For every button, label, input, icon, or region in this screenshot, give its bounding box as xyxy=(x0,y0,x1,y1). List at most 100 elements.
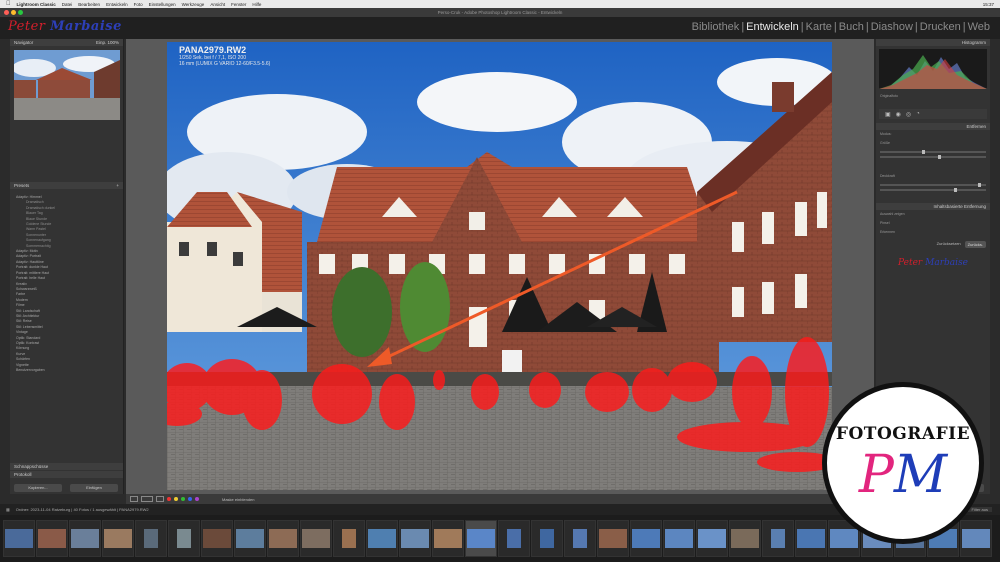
watermark-initial-m: M xyxy=(893,445,948,505)
filmstrip-thumbnail[interactable] xyxy=(300,520,332,557)
before-after-icon[interactable] xyxy=(141,496,153,502)
filmstrip-thumbnail[interactable] xyxy=(3,520,35,557)
color-label-blue[interactable] xyxy=(188,497,192,501)
minimize-window-button[interactable] xyxy=(11,10,16,15)
redeye-tool-icon[interactable]: ◎ xyxy=(906,111,911,118)
add-preset-icon[interactable]: + xyxy=(116,182,119,189)
color-label-green[interactable] xyxy=(181,497,185,501)
filmstrip-thumbnail[interactable] xyxy=(663,520,695,557)
filmstrip-thumbnail[interactable] xyxy=(36,520,68,557)
filmstrip-thumbnail[interactable] xyxy=(696,520,728,557)
photo-filename: PANA2979.RW2 xyxy=(179,45,247,55)
filmstrip-thumbnail[interactable] xyxy=(630,520,662,557)
content-aware-item[interactable]: Erkennen xyxy=(876,228,990,237)
filter-select[interactable]: Filter aus xyxy=(967,507,992,512)
filmstrip-thumbnail[interactable] xyxy=(795,520,827,557)
show-overlay-label[interactable]: Maske einblenden xyxy=(222,497,254,502)
filmstrip-thumbnail[interactable] xyxy=(102,520,134,557)
filmstrip-thumbnail[interactable] xyxy=(762,520,794,557)
refine-slider[interactable] xyxy=(880,188,986,192)
content-aware-header[interactable]: Inhaltsbasierte Entfernung xyxy=(876,203,990,210)
preset-item[interactable]: Benutzervorgaben xyxy=(16,368,123,373)
history-header[interactable]: Protokoll xyxy=(10,471,123,478)
menu-app-name[interactable]: Lightroom Classic xyxy=(17,2,56,7)
module-diashow[interactable]: Diashow xyxy=(871,21,913,33)
image-canvas[interactable]: PANA2979.RW2 1/250 Sek. bei f / 7,1, ISO… xyxy=(126,39,874,494)
filmstrip-thumbnail[interactable] xyxy=(729,520,761,557)
paste-settings-button[interactable]: Einfügen xyxy=(70,484,118,492)
filmstrip-thumbnail[interactable] xyxy=(69,520,101,557)
content-aware-item[interactable]: Auswahl zeigen xyxy=(876,210,990,219)
module-entwickeln[interactable]: Entwickeln xyxy=(746,21,799,33)
masking-tool-icon[interactable]: ◔ xyxy=(916,111,920,117)
module-web[interactable]: Web xyxy=(968,21,990,33)
filmstrip-thumbnail[interactable] xyxy=(531,520,563,557)
presets-header[interactable]: Presets + xyxy=(10,182,123,189)
menu-item-einstellungen[interactable]: Einstellungen xyxy=(149,2,176,7)
filmstrip-thumbnail-selected[interactable] xyxy=(465,520,497,557)
feather-slider[interactable] xyxy=(880,155,986,159)
reset-button[interactable]: Zurücksetzen xyxy=(937,241,961,248)
filmstrip-thumbnail[interactable] xyxy=(333,520,365,557)
module-picker: Bibliothek | Entwickeln | Karte | Buch | Dia… xyxy=(691,21,990,33)
navigator-header[interactable]: Navigator Einp. 100% xyxy=(10,39,123,46)
menu-item-fenster[interactable]: Fenster xyxy=(231,2,246,7)
filmstrip-thumbnail[interactable] xyxy=(399,520,431,557)
filmstrip-thumbnail[interactable] xyxy=(366,520,398,557)
filmstrip-thumbnail[interactable] xyxy=(960,520,992,557)
identity-plate-logo: Peter Marbaise xyxy=(8,19,122,34)
menu-item-entwickeln[interactable]: Entwickeln xyxy=(106,2,128,7)
filmstrip-thumbnail[interactable] xyxy=(564,520,596,557)
histogram[interactable] xyxy=(879,49,987,89)
module-karte[interactable]: Karte xyxy=(806,21,832,33)
crop-tool-icon[interactable]: ▣ xyxy=(885,111,891,118)
color-label-red[interactable] xyxy=(167,497,171,501)
before-after-options-icon[interactable] xyxy=(156,496,164,502)
filmstrip-thumbnail[interactable] xyxy=(168,520,200,557)
size-slider[interactable] xyxy=(880,150,986,154)
close-window-button[interactable] xyxy=(4,10,9,15)
filmstrip-thumbnail[interactable] xyxy=(597,520,629,557)
watermark-initials: PM xyxy=(827,447,979,503)
filmstrip-thumbnail[interactable] xyxy=(267,520,299,557)
filmstrip-thumbnail[interactable] xyxy=(432,520,464,557)
content-aware-item[interactable]: Pinsel xyxy=(876,219,990,228)
photo-info-overlay: PANA2979.RW2 1/250 Sek. bei f / 7,1, ISO… xyxy=(179,45,270,68)
snapshots-header[interactable]: Schnappschüsse xyxy=(10,463,123,470)
menu-item-foto[interactable]: Foto xyxy=(134,2,143,7)
module-buch[interactable]: Buch xyxy=(839,21,864,33)
histogram-header[interactable]: Histogramm xyxy=(876,39,990,46)
module-drucken[interactable]: Drucken xyxy=(920,21,961,33)
copy-settings-button[interactable]: Kopieren... xyxy=(14,484,62,492)
window-title: Perso-Cruk - Adobe Photoshop Lightroom C… xyxy=(437,10,563,15)
filmstrip-thumbnail[interactable] xyxy=(234,520,266,557)
opacity-slider[interactable] xyxy=(880,183,986,187)
mac-menu-bar:  Lightroom Classic Datei Bearbeiten Ent… xyxy=(0,0,1000,8)
window-titlebar: Perso-Cruk - Adobe Photoshop Lightroom C… xyxy=(0,8,1000,17)
remove-panel-header[interactable]: Entfernen xyxy=(876,123,990,130)
navigator-preview[interactable] xyxy=(14,50,120,120)
menu-item-ansicht[interactable]: Ansicht xyxy=(210,2,225,7)
tool-strip: ▣ ◉ ◎ ◔ xyxy=(879,109,987,119)
apple-icon[interactable]:  xyxy=(6,1,11,7)
menu-item-hilfe[interactable]: Hilfe xyxy=(252,2,261,7)
navigator-zoom[interactable]: Einp. 100% xyxy=(96,39,119,46)
color-label-yellow[interactable] xyxy=(174,497,178,501)
menu-item-datei[interactable]: Datei xyxy=(62,2,73,7)
filmstrip-thumbnail[interactable] xyxy=(498,520,530,557)
reset-all-button[interactable]: Zurücks. xyxy=(964,241,986,248)
filmstrip-source[interactable]: Ordner: 2023-11-04 Ratzeburg | 40 Fotos … xyxy=(16,507,149,512)
filmstrip-thumbnail[interactable] xyxy=(201,520,233,557)
history-title: Protokoll xyxy=(14,472,32,477)
filmstrip-grid-icon[interactable]: ▦ xyxy=(6,507,10,512)
menu-item-bearbeiten[interactable]: Bearbeiten xyxy=(78,2,100,7)
navigator-title: Navigator xyxy=(14,40,34,45)
module-bibliothek[interactable]: Bibliothek xyxy=(692,21,740,33)
heal-tool-icon[interactable]: ◉ xyxy=(896,111,901,118)
filmstrip-thumbnail[interactable] xyxy=(135,520,167,557)
menu-item-werkzeuge[interactable]: Werkzeuge xyxy=(182,2,205,7)
zoom-window-button[interactable] xyxy=(18,10,23,15)
color-label-purple[interactable] xyxy=(195,497,199,501)
loupe-view-icon[interactable] xyxy=(130,496,138,502)
photo-preview[interactable]: PANA2979.RW2 1/250 Sek. bei f / 7,1, ISO… xyxy=(167,42,832,490)
